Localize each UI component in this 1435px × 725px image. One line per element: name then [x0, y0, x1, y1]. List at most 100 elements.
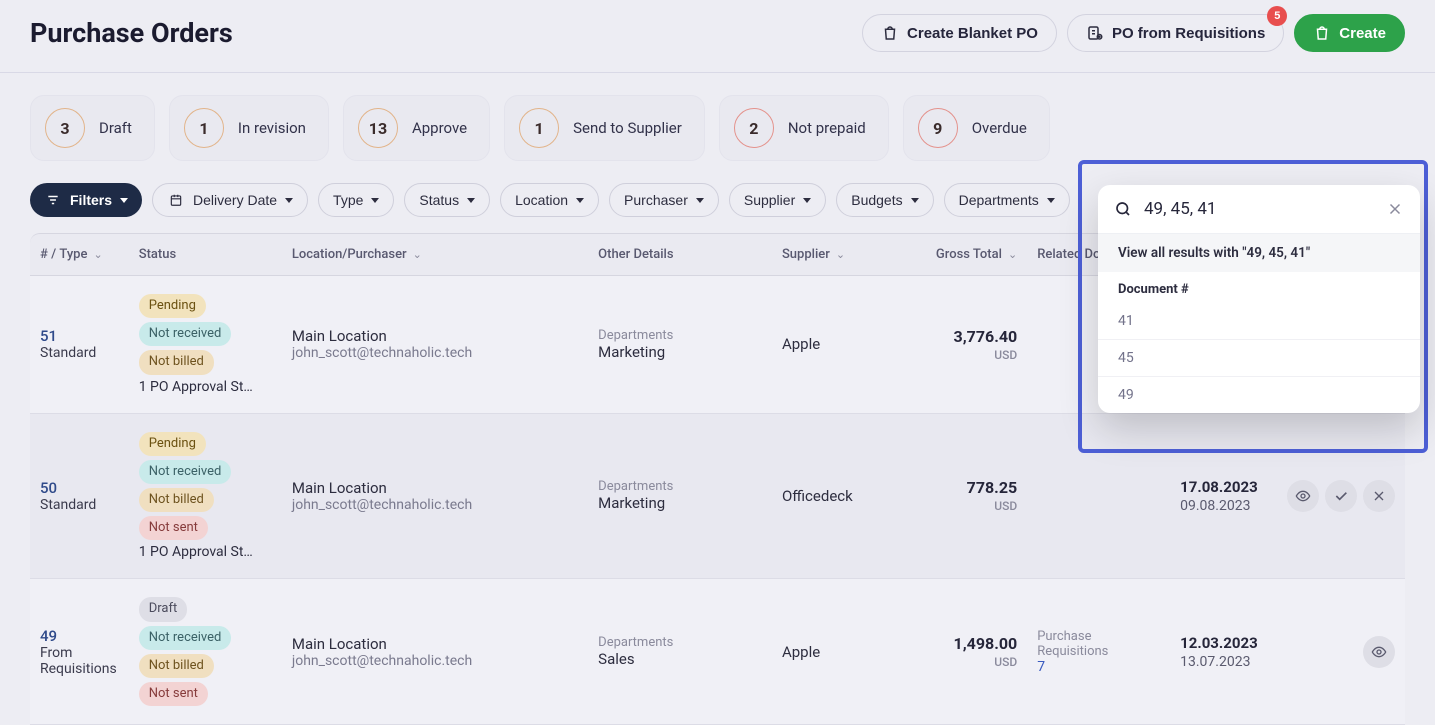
create-blanket-po-button[interactable]: Create Blanket PO — [862, 14, 1057, 52]
row-actions — [1282, 636, 1395, 668]
chevron-down-icon — [1047, 198, 1055, 203]
chip-label: Type — [333, 192, 363, 208]
filter-chip[interactable]: Purchaser — [609, 183, 719, 217]
list-plus-icon — [1086, 24, 1104, 42]
filter-chip[interactable]: Status — [404, 183, 490, 217]
filter-chip[interactable]: Type — [318, 183, 394, 217]
status-badge: Not received — [139, 322, 232, 346]
eye-icon — [1371, 644, 1387, 660]
stat-label: Approve — [412, 119, 467, 137]
close-icon — [1371, 488, 1387, 504]
currency: USD — [925, 348, 1017, 362]
status-badge: Not received — [139, 460, 232, 484]
status-badge: Pending — [139, 432, 206, 456]
search-result-item[interactable]: 49 — [1098, 377, 1420, 413]
po-number-link[interactable]: 50 — [40, 479, 119, 497]
approval-step-text: 1 PO Approval St… — [139, 544, 269, 560]
chevron-down-icon: ⌄ — [413, 248, 422, 261]
supplier-name: Officedeck — [782, 487, 905, 505]
date-secondary: 13.07.2023 — [1180, 654, 1262, 670]
related-doc-link[interactable]: 7 — [1037, 659, 1160, 675]
status-badge: Draft — [139, 597, 188, 621]
chevron-down-icon: ⌄ — [1008, 248, 1017, 261]
chevron-down-icon — [696, 198, 704, 203]
search-input[interactable] — [1144, 199, 1374, 219]
search-result-item[interactable]: 41 — [1098, 303, 1420, 340]
button-label: Create Blanket PO — [907, 25, 1038, 42]
filter-chip[interactable]: Supplier — [729, 183, 826, 217]
col-supplier[interactable]: Supplier⌄ — [772, 233, 915, 276]
status-badge: Not received — [139, 626, 232, 650]
approval-step-text: 1 PO Approval St… — [139, 379, 269, 395]
stat-card[interactable]: 9Overdue — [903, 95, 1050, 161]
stat-card[interactable]: 1 Send to Supplier — [504, 95, 705, 161]
po-from-requisitions-button[interactable]: PO from Requisitions 5 — [1067, 14, 1284, 52]
stat-card[interactable]: 3Draft — [30, 95, 155, 161]
row-actions — [1282, 480, 1395, 512]
view-button[interactable] — [1287, 480, 1319, 512]
filter-chip[interactable]: Delivery Date — [152, 183, 308, 217]
chevron-down-icon — [120, 198, 128, 203]
col-details: Other Details — [588, 233, 772, 276]
calendar-icon — [167, 191, 185, 209]
stat-count: 9 — [918, 108, 958, 148]
chip-label: Status — [419, 192, 459, 208]
filter-chip[interactable]: Location — [500, 183, 599, 217]
po-type: From Requisitions — [40, 645, 119, 677]
reject-button[interactable] — [1363, 480, 1395, 512]
search-result-item[interactable]: 45 — [1098, 340, 1420, 377]
col-location[interactable]: Location/Purchaser⌄ — [282, 233, 588, 276]
status-badge: Not sent — [139, 516, 208, 540]
chevron-down-icon — [803, 198, 811, 203]
gross-total: 1,498.00 — [925, 634, 1017, 653]
chip-label: Location — [515, 192, 568, 208]
status-badge: Not billed — [139, 488, 214, 512]
close-icon[interactable] — [1386, 200, 1404, 218]
search-all-results[interactable]: View all results with "49, 45, 41" — [1098, 234, 1420, 272]
stat-card[interactable]: 2Not prepaid — [719, 95, 889, 161]
filter-chip[interactable]: Budgets — [836, 183, 933, 217]
col-num-type[interactable]: # / Type⌄ — [30, 233, 129, 276]
chip-label: Purchaser — [624, 192, 688, 208]
po-number-link[interactable]: 49 — [40, 627, 119, 645]
bag-icon — [881, 24, 899, 42]
col-status: Status — [129, 233, 282, 276]
related-doc-label: Purchase Requisitions — [1037, 629, 1160, 659]
stat-count: 1 — [519, 108, 559, 148]
gross-total: 3,776.40 — [925, 327, 1017, 346]
approve-button[interactable] — [1325, 480, 1357, 512]
currency: USD — [925, 655, 1017, 669]
status-badge: Pending — [139, 294, 206, 318]
stat-card[interactable]: 13Approve — [343, 95, 490, 161]
currency: USD — [925, 499, 1017, 513]
search-input-row — [1098, 185, 1420, 234]
notification-badge: 5 — [1267, 6, 1287, 26]
chevron-down-icon — [576, 198, 584, 203]
status-tags: DraftNot receivedNot billedNot sent — [139, 597, 272, 706]
po-number-link[interactable]: 51 — [40, 327, 119, 345]
stat-label: Send to Supplier — [573, 119, 682, 137]
view-button[interactable] — [1363, 636, 1395, 668]
filter-chip[interactable]: Departments — [944, 183, 1070, 217]
col-gross[interactable]: Gross Total⌄ — [915, 233, 1027, 276]
create-button[interactable]: Create — [1294, 14, 1405, 52]
po-type: Standard — [40, 345, 119, 361]
page-header: Purchase Orders Create Blanket PO PO fro… — [0, 0, 1435, 73]
chevron-down-icon: ⌄ — [836, 248, 845, 261]
filters-button[interactable]: Filters — [30, 183, 142, 217]
status-cards-row: 3Draft1In revision13Approve 1 Send to Supp… — [0, 73, 1435, 183]
status-tags: PendingNot receivedNot billed — [139, 294, 272, 375]
chip-label: Supplier — [744, 192, 795, 208]
chevron-down-icon — [371, 198, 379, 203]
chevron-down-icon — [285, 198, 293, 203]
stat-count: 3 — [45, 108, 85, 148]
chevron-down-icon — [467, 198, 475, 203]
stat-card[interactable]: 1In revision — [169, 95, 329, 161]
button-label: Filters — [70, 192, 112, 208]
gross-total: 778.25 — [925, 478, 1017, 497]
department-label: Departments — [598, 328, 762, 343]
stat-label: In revision — [238, 119, 306, 137]
supplier-name: Apple — [782, 335, 905, 353]
check-icon — [1333, 488, 1349, 504]
header-actions: Create Blanket PO PO from Requisitions 5… — [862, 14, 1405, 52]
